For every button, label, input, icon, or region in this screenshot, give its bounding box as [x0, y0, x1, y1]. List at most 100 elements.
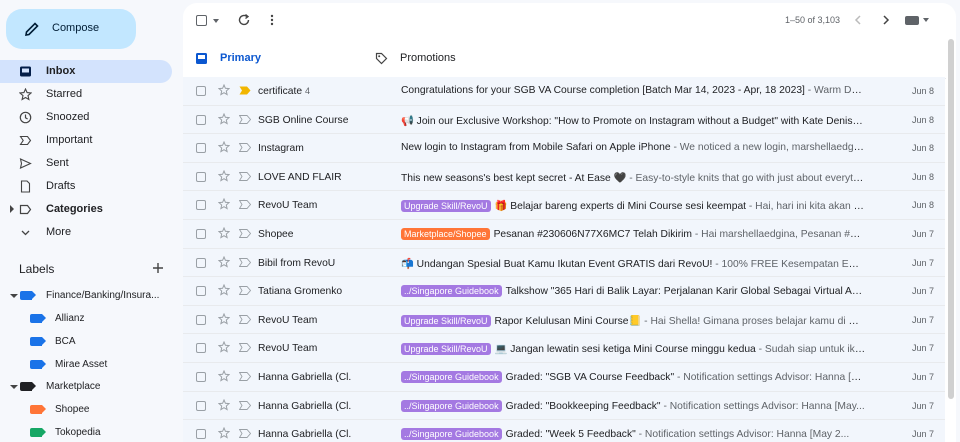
scrollbar[interactable] [948, 39, 954, 442]
star-icon[interactable] [217, 426, 231, 439]
row-checkbox[interactable] [196, 371, 206, 382]
star-icon[interactable] [217, 198, 231, 211]
row-checkbox[interactable] [196, 200, 206, 211]
label-badge[interactable]: Upgrade Skill/RevoU [401, 200, 491, 213]
important-marker-icon[interactable] [238, 314, 252, 324]
email-subject: Graded: "Week 5 Feedback" [505, 429, 636, 441]
email-row[interactable]: Instagram New login to Instagram from Mob… [183, 134, 945, 163]
important-marker-icon[interactable] [238, 171, 252, 181]
star-icon[interactable] [217, 140, 231, 153]
label-item-mirae-asset[interactable]: Mirae Asset [0, 355, 172, 375]
star-icon[interactable] [217, 369, 231, 382]
star-icon[interactable] [217, 169, 231, 182]
collapse-caret-icon[interactable] [10, 385, 18, 389]
nav-item-snoozed[interactable]: Snoozed [0, 106, 172, 129]
row-checkbox[interactable] [196, 143, 206, 154]
star-icon[interactable] [217, 112, 231, 125]
label-badge[interactable]: ../Singapore Guidebook [401, 285, 502, 298]
email-row[interactable]: Hanna Gabriella (Cl. ../Singapore Guidebo… [183, 362, 945, 392]
compose-button[interactable]: Compose [6, 9, 136, 49]
tag-icon [375, 52, 388, 65]
star-icon[interactable] [217, 255, 231, 268]
email-date: Jun 8 [912, 143, 935, 154]
nav-item-drafts[interactable]: Drafts [0, 175, 172, 198]
chevron-left-icon[interactable] [851, 13, 865, 27]
row-checkbox[interactable] [196, 314, 206, 325]
nav-item-more[interactable]: More [0, 221, 172, 244]
email-subject: Talkshow "365 Hari di Balik Layar: Perja… [505, 286, 866, 298]
nav-item-categories[interactable]: Categories [0, 198, 172, 221]
chevron-right-icon[interactable] [879, 13, 893, 27]
label-badge[interactable]: Upgrade Skill/RevoU [401, 314, 491, 327]
star-icon[interactable] [217, 83, 231, 96]
star-icon[interactable] [217, 312, 231, 325]
row-checkbox[interactable] [196, 257, 206, 268]
important-marker-icon[interactable] [238, 371, 252, 381]
row-checkbox[interactable] [196, 114, 206, 125]
important-marker-icon[interactable] [238, 286, 252, 296]
label-badge[interactable]: ../Singapore Guidebook [401, 399, 502, 412]
add-label-icon[interactable] [152, 262, 164, 274]
refresh-icon[interactable] [237, 13, 251, 27]
email-row[interactable]: certificate 4 Congratulations for your SG… [183, 77, 945, 106]
star-icon[interactable] [217, 398, 231, 411]
tab-primary[interactable]: Primary [183, 37, 356, 80]
label-badge[interactable]: Upgrade Skill/RevoU [401, 343, 491, 356]
email-row[interactable]: Bibil from RevoU 📬 Undangan Spesial Buat … [183, 248, 945, 278]
email-row[interactable]: RevoU Team Upgrade Skill/RevoU Rapor Kelul… [183, 305, 945, 335]
email-row[interactable]: RevoU Team Upgrade Skill/RevoU 🎁 Belajar b… [183, 191, 945, 220]
row-checkbox[interactable] [196, 171, 206, 182]
input-tools-dropdown-icon[interactable] [923, 18, 929, 22]
row-checkbox[interactable] [196, 228, 206, 239]
scrollbar-thumb[interactable] [948, 39, 954, 399]
star-icon[interactable] [217, 226, 231, 239]
email-row[interactable]: SGB Online Course 📢 Join our Exclusive Wo… [183, 105, 945, 135]
nav-item-inbox[interactable]: Inbox [0, 60, 172, 83]
select-all-checkbox[interactable] [196, 15, 207, 26]
select-dropdown-icon[interactable] [213, 19, 219, 23]
important-marker-icon[interactable] [238, 229, 252, 238]
email-row[interactable]: LOVE AND FLAIR This new seasons's best ke… [183, 162, 945, 192]
label-badge[interactable]: ../Singapore Guidebook [401, 370, 502, 383]
row-checkbox[interactable] [196, 429, 206, 440]
email-row[interactable]: Shopee Marketplace/Shopee Pesanan #230606N… [183, 219, 945, 249]
collapse-caret-icon[interactable] [10, 294, 18, 298]
expand-caret-icon[interactable] [10, 205, 14, 213]
important-marker-icon[interactable] [238, 429, 252, 439]
important-marker-icon[interactable] [238, 200, 252, 210]
row-checkbox[interactable] [196, 286, 206, 297]
label-item-finance-banking-insura[interactable]: Finance/Banking/Insura... [0, 286, 172, 306]
keyboard-icon[interactable] [905, 16, 919, 25]
star-icon[interactable] [217, 283, 231, 296]
label-badge[interactable]: Marketplace/Shopee [401, 227, 490, 240]
star-icon[interactable] [217, 341, 231, 353]
important-marker-icon[interactable] [238, 143, 252, 153]
email-subject: This new seasons's best kept secret - At… [401, 172, 627, 184]
row-checkbox[interactable] [196, 400, 206, 411]
nav-item-starred[interactable]: Starred [0, 83, 172, 106]
nav-item-important[interactable]: Important [0, 129, 172, 152]
nav-item-sent[interactable]: Sent [0, 152, 172, 175]
important-marker-icon[interactable] [238, 400, 252, 410]
important-marker-icon[interactable] [239, 86, 251, 95]
label-item-marketplace[interactable]: Marketplace [0, 377, 172, 397]
email-row[interactable]: Hanna Gabriella (Cl. ../Singapore Guidebo… [183, 420, 945, 442]
label-item-shopee[interactable]: Shopee [0, 400, 172, 420]
label-item-bca[interactable]: BCA [0, 332, 172, 352]
important-marker-icon[interactable] [238, 114, 252, 124]
important-marker-icon[interactable] [238, 257, 252, 267]
tab-promotions[interactable]: Promotions [363, 37, 536, 79]
email-date: Jun 7 [912, 314, 935, 325]
label-badge[interactable]: ../Singapore Guidebook [401, 428, 502, 441]
email-row[interactable]: RevoU Team Upgrade Skill/RevoU 💻 Jangan le… [183, 334, 945, 363]
email-subject: Rapor Kelulusan Mini Course📒 [494, 315, 642, 327]
row-checkbox[interactable] [196, 343, 206, 354]
row-checkbox[interactable] [196, 86, 206, 96]
label-item-tokopedia[interactable]: Tokopedia [0, 423, 172, 442]
more-vert-icon[interactable] [267, 13, 277, 27]
important-marker-icon[interactable] [238, 343, 252, 353]
email-row[interactable]: Tatiana Gromenko ../Singapore Guidebook Ta… [183, 277, 945, 306]
label-item-allianz[interactable]: Allianz [0, 309, 172, 329]
email-date: Jun 7 [912, 343, 935, 354]
email-row[interactable]: Hanna Gabriella (Cl. ../Singapore Guidebo… [183, 391, 945, 421]
